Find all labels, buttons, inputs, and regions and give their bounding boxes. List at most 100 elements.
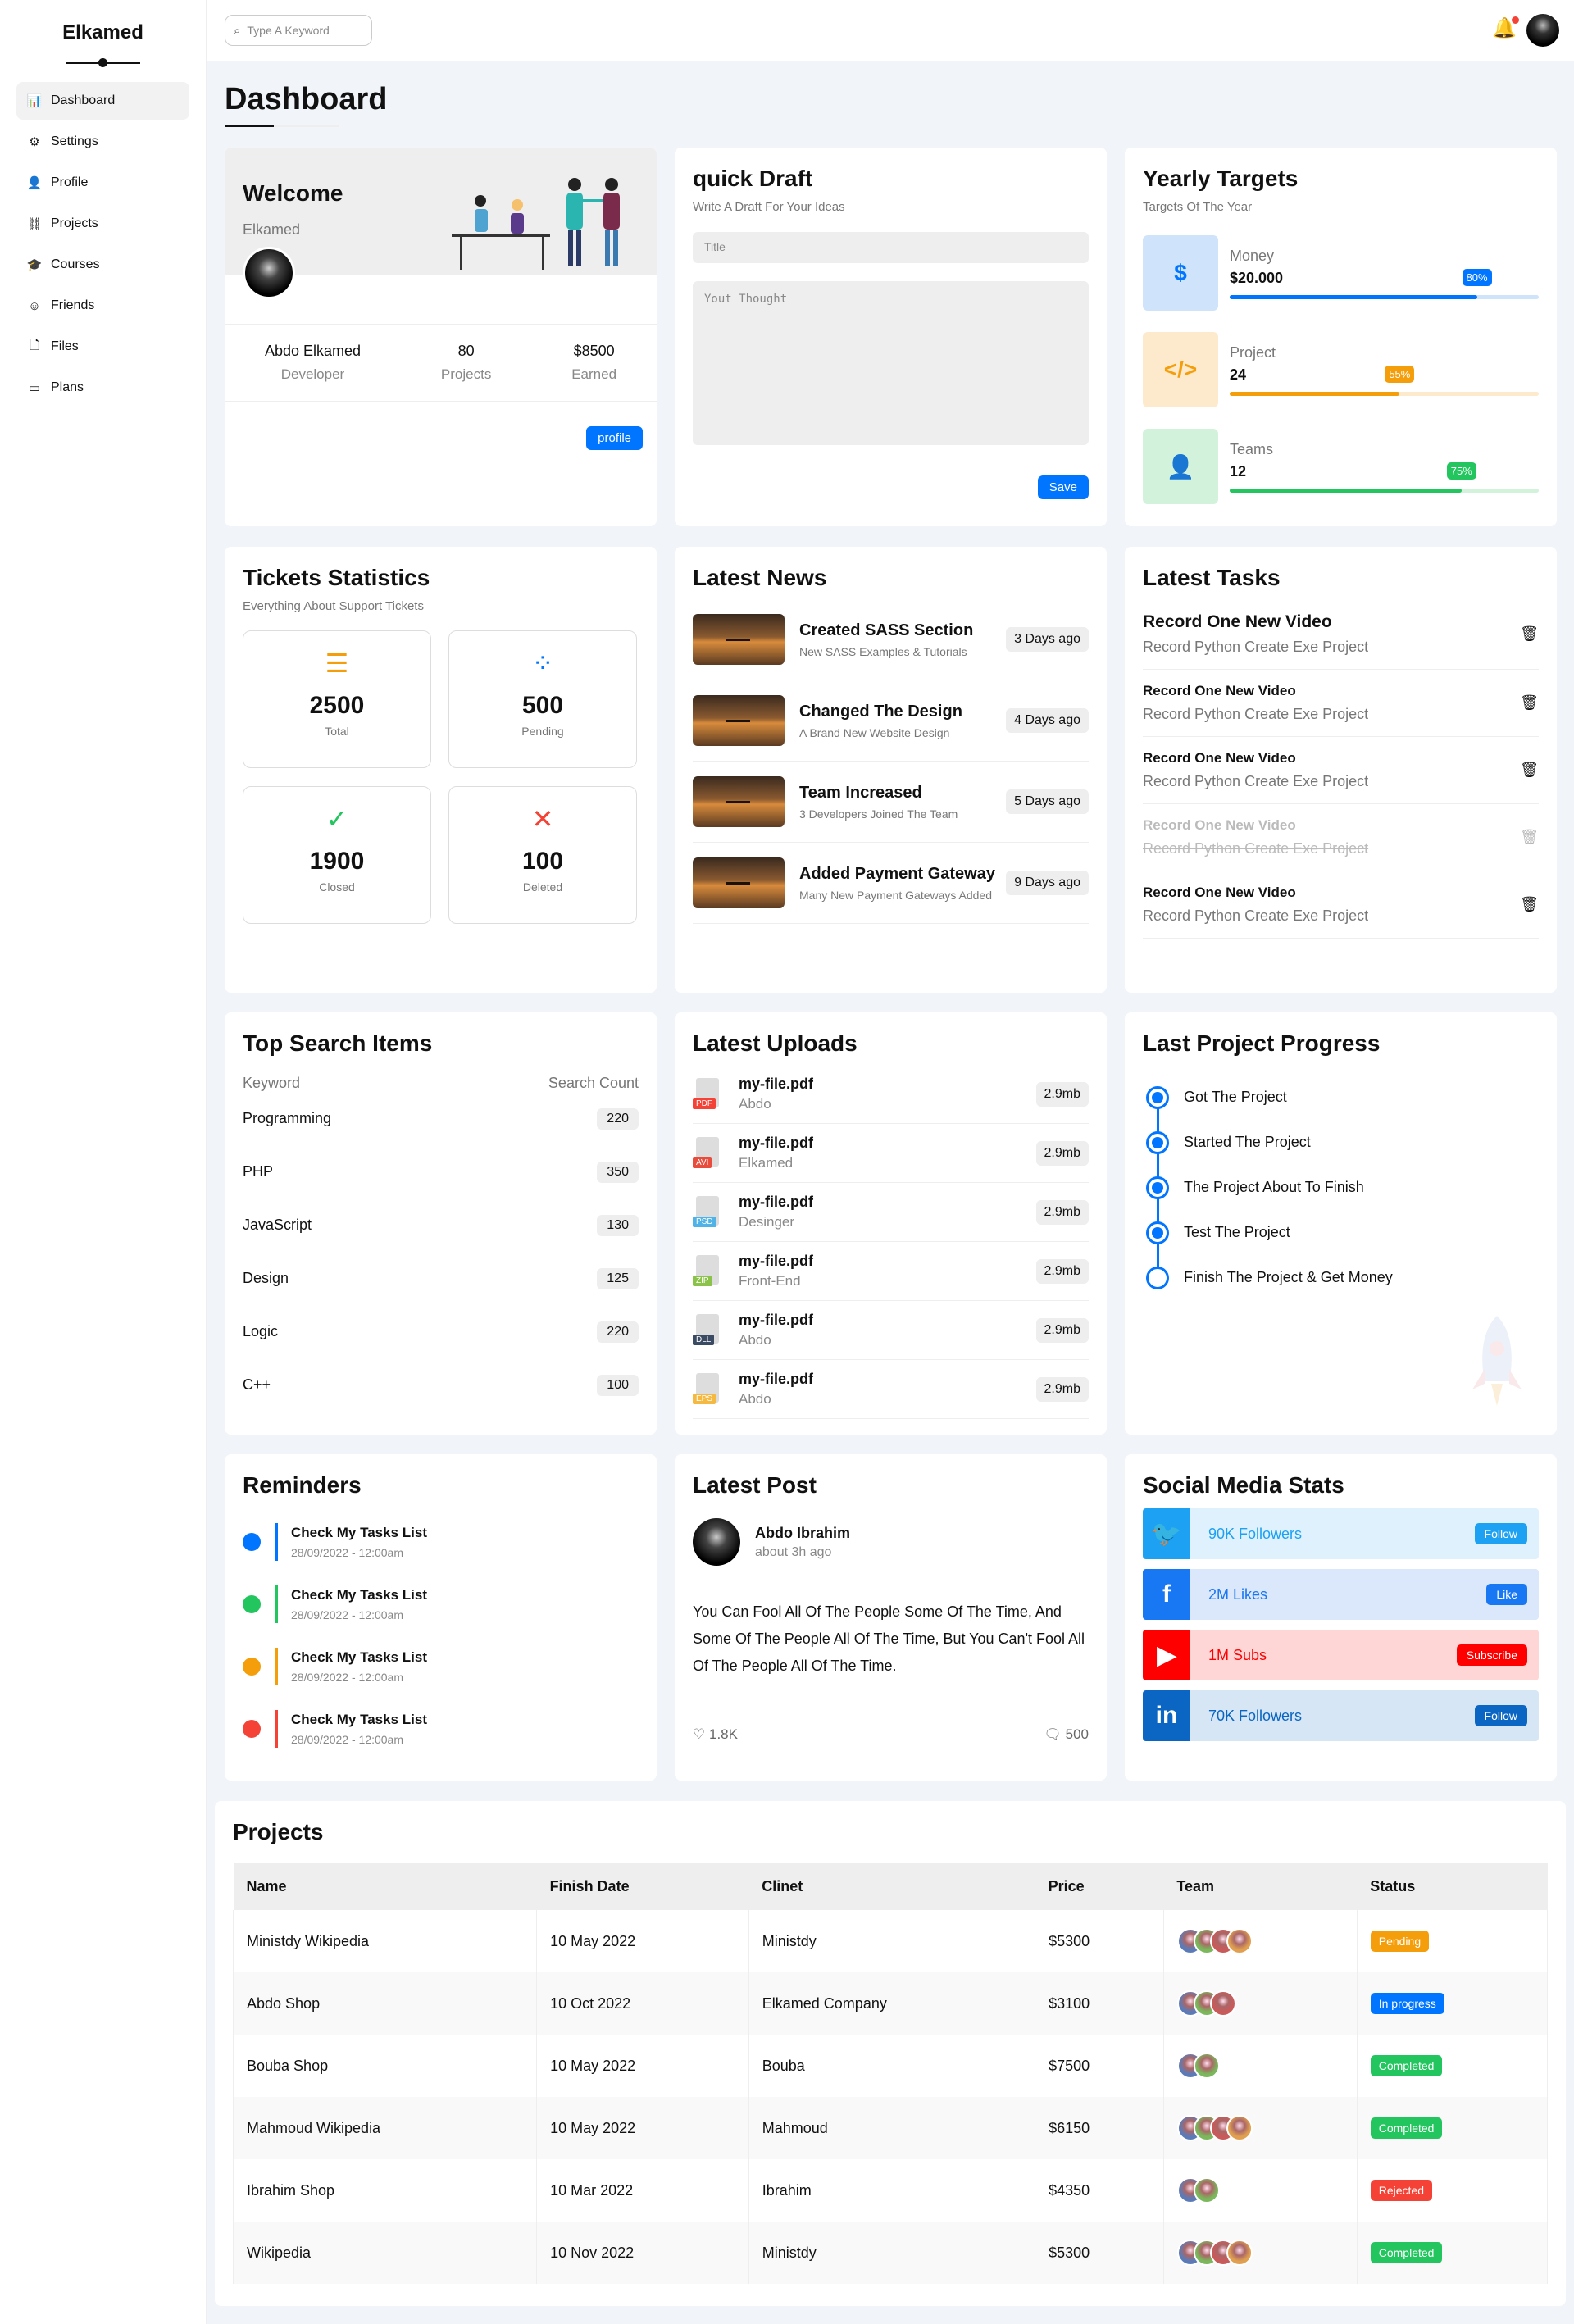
- news-time: 3 Days ago: [1006, 627, 1089, 652]
- news-item[interactable]: Added Payment Gateway Many New Payment Ga…: [693, 843, 1089, 924]
- social-row: 🐦 90K Followers Follow: [1143, 1508, 1539, 1559]
- task-item[interactable]: Record One New Video Record Python Create…: [1143, 804, 1539, 871]
- reminder-date: 28/09/2022 - 12:00am: [291, 1546, 403, 1559]
- progress-timeline: Got The Project Started The Project The Pr…: [1143, 1075, 1539, 1300]
- title-input[interactable]: Title: [693, 232, 1089, 263]
- progress-bar: 80%: [1230, 268, 1539, 299]
- task-item[interactable]: Record One New Video Record Python Create…: [1143, 737, 1539, 804]
- news-title: Team Increased: [799, 783, 922, 802]
- sidebar-item-settings[interactable]: ⚙ Settings: [16, 123, 189, 161]
- step-label: Finish The Project & Get Money: [1184, 1269, 1393, 1285]
- tickets-card: Tickets Statistics Everything About Supp…: [225, 547, 657, 993]
- upload-item[interactable]: EPS my-file.pdf Abdo 2.9mb: [693, 1360, 1089, 1419]
- upload-item[interactable]: PDF my-file.pdf Abdo 2.9mb: [693, 1065, 1089, 1124]
- cell-team: [1162, 1910, 1358, 1972]
- trash-icon[interactable]: 🗑: [1520, 625, 1539, 643]
- social-subscribe-button[interactable]: Subscribe: [1456, 1644, 1527, 1666]
- progress-fill: [1230, 294, 1477, 299]
- ticket-label: Total: [325, 725, 349, 738]
- ticket-label: Pending: [521, 725, 564, 738]
- table-row[interactable]: Bouba Shop 10 May 2022 Bouba $7500 Completed: [232, 2035, 1549, 2097]
- keyword: JavaScript: [243, 1217, 312, 1233]
- upload-item[interactable]: ZIP my-file.pdf Front-End 2.9mb: [693, 1242, 1089, 1301]
- ticket-pending: ⁘ 500 Pending: [448, 630, 637, 768]
- file-type: ZIP: [693, 1275, 712, 1286]
- sidebar-item-profile[interactable]: 👤 Profile: [16, 164, 189, 202]
- linkedin-icon: in: [1143, 1690, 1190, 1741]
- task-item[interactable]: Record One New Video Record Python Create…: [1143, 599, 1539, 670]
- search-count: 130: [597, 1214, 639, 1236]
- social-follow-button[interactable]: Follow: [1474, 1523, 1527, 1544]
- table-row[interactable]: Mahmoud Wikipedia 10 May 2022 Mahmoud $6150…: [232, 2097, 1549, 2159]
- news-desc: A Brand New Website Design: [799, 725, 950, 739]
- table-row[interactable]: Ibrahim Shop 10 Mar 2022 Ibrahim $4350 Rejec…: [232, 2159, 1549, 2222]
- likes-button[interactable]: ♡ 1.8K: [693, 1726, 738, 1743]
- task-item[interactable]: Record One New Video Record Python Create…: [1143, 871, 1539, 939]
- percent-badge: 80%: [1462, 268, 1492, 286]
- file-size: 2.9mb: [1035, 1140, 1089, 1166]
- ticket-label: Deleted: [522, 880, 563, 894]
- upload-body: my-file.pdf Abdo: [739, 1312, 1036, 1348]
- task-item[interactable]: Record One New Video Record Python Create…: [1143, 670, 1539, 737]
- social-like-button[interactable]: Like: [1486, 1584, 1527, 1605]
- social-label: 90K Followers: [1208, 1525, 1303, 1542]
- cell-price: $3100: [1035, 1972, 1164, 2035]
- card-icon: ▭: [28, 381, 41, 395]
- file-author: Desinger: [739, 1214, 795, 1230]
- team-avatars: [1176, 2115, 1344, 2141]
- avatar[interactable]: [1526, 14, 1559, 47]
- reminder-item[interactable]: Check My Tasks List 28/09/2022 - 12:00am: [243, 1523, 639, 1561]
- news-item[interactable]: Created SASS Section New SASS Examples & …: [693, 599, 1089, 680]
- file-name: my-file.pdf: [739, 1312, 814, 1328]
- thought-textarea[interactable]: Yout Thought: [693, 281, 1089, 445]
- sidebar-nav: 📊 Dashboard ⚙ Settings 👤 Profile ⛓ Projects 🎓 Cou…: [0, 82, 206, 407]
- trash-icon[interactable]: 🗑: [1520, 829, 1539, 846]
- search-input[interactable]: ⌕ Type A Keyword: [225, 15, 372, 46]
- save-button[interactable]: Save: [1037, 475, 1089, 499]
- sidebar-item-dashboard[interactable]: 📊 Dashboard: [16, 82, 189, 120]
- sidebar-item-plans[interactable]: ▭ Plans: [16, 369, 189, 407]
- news-time: 5 Days ago: [1006, 789, 1089, 814]
- task-desc: Record Python Create Exe Project: [1143, 706, 1369, 722]
- table-row[interactable]: Ministdy Wikipedia 10 May 2022 Ministdy $53…: [232, 1910, 1549, 1972]
- table-row[interactable]: Abdo Shop 10 Oct 2022 Elkamed Company $3100…: [232, 1972, 1549, 2035]
- social-follow-button[interactable]: Follow: [1474, 1705, 1527, 1726]
- sidebar-item-courses[interactable]: 🎓 Courses: [16, 246, 189, 284]
- profile-button[interactable]: profile: [586, 426, 643, 450]
- column-header: Clinet: [748, 1863, 1035, 1910]
- cell-team: [1162, 2035, 1358, 2097]
- step-label: Got The Project: [1184, 1089, 1287, 1105]
- search-row: PHP 350: [243, 1145, 639, 1198]
- cell-price: $7500: [1035, 2035, 1164, 2097]
- latest-post-card: Latest Post Abdo Ibrahim about 3h ago Yo…: [675, 1454, 1107, 1781]
- news-desc: Many New Payment Gateways Added: [799, 888, 993, 902]
- reminder-item[interactable]: Check My Tasks List 28/09/2022 - 12:00am: [243, 1710, 639, 1748]
- bell-icon[interactable]: 🔔: [1492, 16, 1519, 40]
- search-row: Design 125: [243, 1252, 639, 1305]
- trash-icon[interactable]: 🗑: [1520, 694, 1539, 712]
- step-fill: [1152, 1181, 1163, 1194]
- post-header: Abdo Ibrahim about 3h ago: [693, 1518, 1089, 1566]
- reminder-item[interactable]: Check My Tasks List 28/09/2022 - 12:00am: [243, 1585, 639, 1623]
- file-type: PDF: [693, 1098, 716, 1109]
- reminder-item[interactable]: Check My Tasks List 28/09/2022 - 12:00am: [243, 1648, 639, 1685]
- upload-item[interactable]: DLL my-file.pdf Abdo 2.9mb: [693, 1301, 1089, 1360]
- file-size: 2.9mb: [1035, 1258, 1089, 1284]
- trash-icon[interactable]: 🗑: [1520, 896, 1539, 913]
- upload-item[interactable]: AVI my-file.pdf Elkamed 2.9mb: [693, 1124, 1089, 1183]
- sidebar-item-files[interactable]: 🗋 Files: [16, 328, 189, 366]
- comments-button[interactable]: 🗨 500: [1044, 1726, 1089, 1743]
- file-name: my-file.pdf: [739, 1194, 814, 1210]
- table-row[interactable]: Wikipedia 10 Nov 2022 Ministdy $5300 Complet…: [232, 2222, 1549, 2284]
- card-title: Reminders: [243, 1472, 362, 1498]
- news-item[interactable]: Team Increased 3 Developers Joined The Te…: [693, 762, 1089, 843]
- sidebar-item-friends[interactable]: ☺ Friends: [16, 287, 189, 325]
- trash-icon[interactable]: 🗑: [1520, 762, 1539, 779]
- card-title: Latest News: [693, 565, 827, 590]
- sidebar-item-projects[interactable]: ⛓ Projects: [16, 205, 189, 243]
- progress-step: Got The Project: [1146, 1075, 1539, 1120]
- file-name: my-file.pdf: [739, 1076, 814, 1092]
- news-item[interactable]: Changed The Design A Brand New Website De…: [693, 680, 1089, 762]
- upload-item[interactable]: PSD my-file.pdf Desinger 2.9mb: [693, 1183, 1089, 1242]
- task-desc: Record Python Create Exe Project: [1143, 773, 1369, 789]
